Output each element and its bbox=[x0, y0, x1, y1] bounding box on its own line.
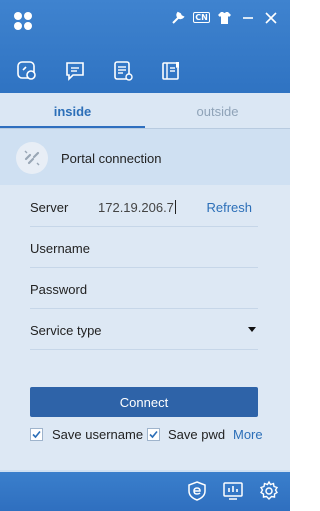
save-pwd-checkbox[interactable] bbox=[147, 428, 160, 441]
save-username-checkbox[interactable] bbox=[30, 428, 43, 441]
location-tabs: inside outside bbox=[0, 93, 290, 129]
tab-outside[interactable]: outside bbox=[145, 93, 290, 129]
connect-button[interactable]: Connect bbox=[30, 387, 258, 417]
footer-bar bbox=[0, 472, 290, 511]
browser-e-icon[interactable] bbox=[186, 480, 208, 502]
refresh-link[interactable]: Refresh bbox=[206, 200, 252, 215]
link-connect-icon[interactable] bbox=[16, 60, 38, 82]
login-options: Save username Save pwd More bbox=[30, 426, 270, 444]
app-window: CN inside outside Portal connection Serv… bbox=[0, 0, 290, 511]
app-logo-icon bbox=[12, 10, 34, 32]
tab-divider bbox=[0, 128, 290, 129]
portal-connection-row[interactable]: Portal connection bbox=[0, 140, 290, 176]
server-row: Server 172.19.206.7 Refresh bbox=[30, 185, 258, 227]
service-type-select[interactable]: Service type bbox=[30, 323, 102, 338]
titlebar-controls: CN bbox=[170, 9, 279, 26]
list-detail-icon[interactable] bbox=[112, 60, 134, 82]
tools-icon[interactable] bbox=[170, 9, 187, 26]
portal-connection-label: Portal connection bbox=[61, 151, 162, 166]
main-nav bbox=[16, 60, 182, 82]
language-badge: CN bbox=[193, 12, 210, 23]
save-pwd-label: Save pwd bbox=[168, 427, 226, 442]
settings-gear-icon[interactable] bbox=[258, 480, 280, 502]
chevron-down-icon[interactable] bbox=[248, 327, 256, 332]
server-label: Server bbox=[30, 200, 69, 215]
save-username-label: Save username bbox=[52, 427, 144, 442]
close-icon[interactable] bbox=[262, 9, 279, 26]
notebook-icon[interactable] bbox=[160, 60, 182, 82]
password-row[interactable]: Password bbox=[30, 267, 258, 309]
minimize-icon[interactable] bbox=[239, 9, 256, 26]
footer-icons bbox=[186, 480, 280, 502]
login-form: Server 172.19.206.7 Refresh Username Pas… bbox=[0, 185, 290, 470]
service-type-row[interactable]: Service type bbox=[30, 308, 258, 350]
monitor-chart-icon[interactable] bbox=[222, 480, 244, 502]
language-cn-icon[interactable]: CN bbox=[193, 9, 210, 26]
shirt-skin-icon[interactable] bbox=[216, 9, 233, 26]
broken-link-icon bbox=[16, 142, 48, 174]
header-bar: CN bbox=[0, 0, 290, 93]
tab-inside[interactable]: inside bbox=[0, 93, 145, 129]
server-input[interactable]: 172.19.206.7 bbox=[98, 200, 176, 215]
password-field[interactable]: Password bbox=[30, 282, 87, 297]
more-link[interactable]: More bbox=[233, 427, 263, 442]
username-row[interactable]: Username bbox=[30, 226, 258, 268]
message-icon[interactable] bbox=[64, 60, 86, 82]
username-field[interactable]: Username bbox=[30, 241, 90, 256]
